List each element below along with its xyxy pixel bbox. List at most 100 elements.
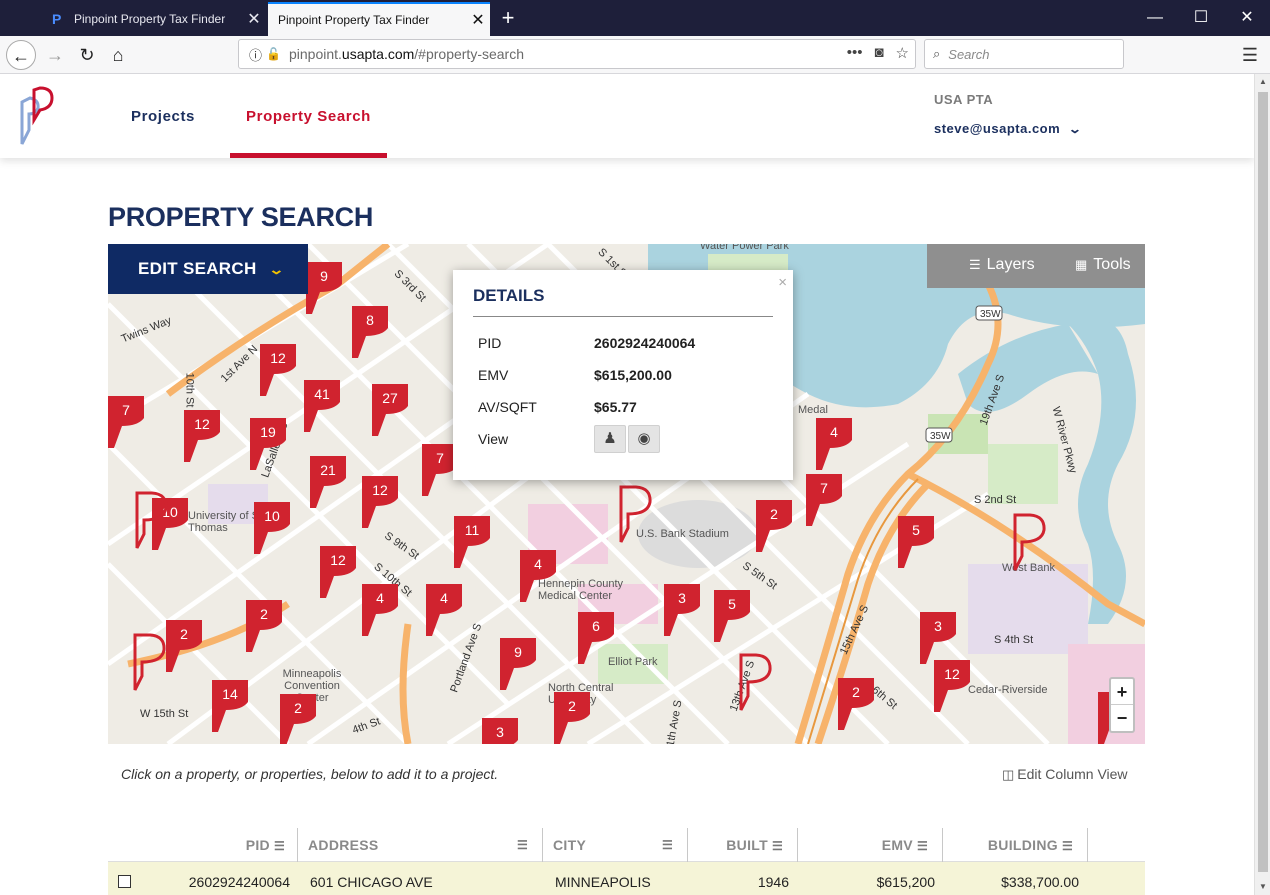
cluster-count: 12	[270, 350, 286, 366]
app-header: Projects Property Search USA PTA steve@u…	[0, 74, 1254, 158]
cluster-pin[interactable]: 2	[246, 600, 282, 652]
column-header-emv[interactable]: EMV ☰	[798, 828, 943, 862]
reload-button[interactable]: ↻	[72, 40, 102, 70]
url-text: pinpoint.usapta.com/#property-search	[288, 46, 524, 62]
column-header-address[interactable]: ADDRESS ☰	[298, 828, 543, 862]
cluster-pin[interactable]: 12	[184, 410, 220, 462]
site-info-icon[interactable]: ⓘ	[249, 45, 262, 64]
map-label: W 15th St	[140, 708, 189, 720]
forward-button[interactable]: →	[40, 40, 70, 70]
cluster-pin[interactable]: 8	[352, 306, 388, 358]
edit-search-button[interactable]: EDIT SEARCH ⌄	[108, 244, 308, 294]
maximize-button[interactable]: ☐	[1178, 0, 1224, 36]
column-menu-icon[interactable]: ☰	[772, 839, 783, 853]
zoom-control: + −	[1109, 677, 1135, 733]
cluster-pin[interactable]: 3	[482, 718, 518, 744]
property-map[interactable]: 35W 35W Water Power Park S 1st St S 3rd …	[108, 244, 1145, 744]
layers-button[interactable]: ☰ Layers	[969, 256, 1035, 274]
column-menu-icon[interactable]: ☰	[1062, 839, 1073, 853]
cluster-pin[interactable]: 2	[756, 500, 792, 552]
edit-column-view-button[interactable]: ◫ Edit Column View	[1002, 766, 1128, 783]
cluster-pin[interactable]: 5	[898, 516, 934, 568]
street-view-icon[interactable]: ♟	[594, 425, 626, 453]
property-marker-icon[interactable]	[134, 490, 170, 552]
column-header-city[interactable]: CITY ☰	[543, 828, 688, 862]
cluster-pin[interactable]: 4	[520, 550, 556, 602]
cluster-pin[interactable]: 12	[260, 344, 296, 396]
table-row[interactable]: 2602924240064 601 CHICAGO AVE MINNEAPOLI…	[108, 862, 1145, 895]
page-actions-icon[interactable]: •••	[847, 44, 863, 62]
search-placeholder: Search	[948, 46, 990, 62]
bookmark-star-icon[interactable]: ☆	[896, 44, 909, 62]
browser-tab-active[interactable]: Pinpoint Property Tax Finder ✕	[268, 2, 490, 36]
column-header-pid[interactable]: PID ☰	[108, 828, 298, 862]
cluster-pin[interactable]: 14	[212, 680, 248, 732]
close-tab-icon[interactable]: ✕	[242, 9, 266, 29]
column-menu-icon[interactable]: ☰	[662, 828, 673, 862]
cluster-pin[interactable]: 5	[714, 590, 750, 642]
cluster-pin[interactable]: 19	[250, 418, 286, 470]
page-scrollbar[interactable]: ▲ ▼	[1254, 74, 1270, 895]
browser-tab-inactive[interactable]: P Pinpoint Property Tax Finder ✕	[42, 2, 266, 36]
user-email: steve@usapta.com	[934, 121, 1061, 136]
cluster-pin[interactable]: 41	[304, 380, 340, 432]
cluster-pin[interactable]: 2	[280, 694, 316, 744]
pocket-icon[interactable]: ◙	[874, 44, 883, 62]
cluster-pin[interactable]: 4	[816, 418, 852, 470]
cluster-pin[interactable]: 7	[108, 396, 144, 448]
cluster-pin[interactable]: 27	[372, 384, 408, 436]
browser-navbar: ← → ↻ ⌂ ⓘ 🔓 pinpoint.usapta.com/#propert…	[0, 36, 1270, 74]
cluster-pin[interactable]: 3	[920, 612, 956, 664]
back-button[interactable]: ←	[6, 40, 36, 70]
cluster-pin[interactable]: 11	[454, 516, 490, 568]
url-bar[interactable]: ⓘ 🔓 pinpoint.usapta.com/#property-search…	[238, 39, 916, 69]
cluster-pin[interactable]: 2	[838, 678, 874, 730]
pinpoint-logo-icon[interactable]	[16, 84, 56, 146]
cluster-pin[interactable]: 10	[254, 502, 290, 554]
cluster-pin[interactable]: 3	[664, 584, 700, 636]
hamburger-menu-icon[interactable]: ☰	[1236, 40, 1264, 70]
cluster-pin[interactable]: 12	[362, 476, 398, 528]
map-label: Cedar-Riverside	[968, 684, 1048, 696]
insecure-lock-icon: 🔓	[266, 47, 281, 61]
column-menu-icon[interactable]: ☰	[274, 839, 285, 853]
cluster-pin[interactable]: 9	[306, 262, 342, 314]
zoom-in-button[interactable]: +	[1111, 679, 1133, 705]
scroll-up-icon[interactable]: ▲	[1255, 74, 1270, 90]
cluster-pin[interactable]: 2	[554, 692, 590, 744]
cluster-pin[interactable]: 12	[320, 546, 356, 598]
home-button[interactable]: ⌂	[103, 40, 133, 70]
browser-search-input[interactable]: ⌕ Search	[924, 39, 1124, 69]
cluster-count: 2	[568, 698, 576, 714]
tools-button[interactable]: ▦ Tools	[1075, 256, 1131, 274]
user-menu[interactable]: steve@usapta.com ⌄	[934, 121, 1082, 136]
column-menu-icon[interactable]: ☰	[517, 828, 528, 862]
property-marker-icon[interactable]	[618, 484, 654, 546]
eye-icon[interactable]: ◉	[628, 425, 660, 453]
search-icon: ⌕	[933, 46, 941, 61]
cluster-pin[interactable]: 4	[426, 584, 462, 636]
property-marker-icon[interactable]	[738, 652, 774, 714]
cluster-pin[interactable]: 21	[310, 456, 346, 508]
minimize-button[interactable]: —	[1132, 0, 1178, 36]
nav-property-search[interactable]: Property Search	[230, 74, 387, 158]
property-marker-icon[interactable]	[132, 632, 168, 694]
cluster-pin[interactable]: 2	[166, 620, 202, 672]
close-window-button[interactable]: ✕	[1224, 0, 1270, 36]
cluster-pin[interactable]: 9	[500, 638, 536, 690]
new-tab-button[interactable]: +	[494, 4, 522, 32]
scroll-thumb[interactable]	[1258, 92, 1268, 872]
cluster-pin[interactable]: 4	[362, 584, 398, 636]
close-icon[interactable]: ×	[778, 274, 787, 291]
close-tab-icon[interactable]: ✕	[466, 10, 490, 30]
zoom-out-button[interactable]: −	[1111, 705, 1133, 731]
scroll-down-icon[interactable]: ▼	[1255, 879, 1270, 895]
cluster-pin[interactable]: 6	[578, 612, 614, 664]
cluster-pin[interactable]: 7	[806, 474, 842, 526]
column-header-building[interactable]: BUILDING ☰	[943, 828, 1088, 862]
column-header-built[interactable]: BUILT ☰	[688, 828, 798, 862]
column-menu-icon[interactable]: ☰	[917, 839, 928, 853]
property-marker-icon[interactable]	[1012, 512, 1048, 574]
nav-projects[interactable]: Projects	[131, 74, 195, 158]
cluster-pin[interactable]: 12	[934, 660, 970, 712]
